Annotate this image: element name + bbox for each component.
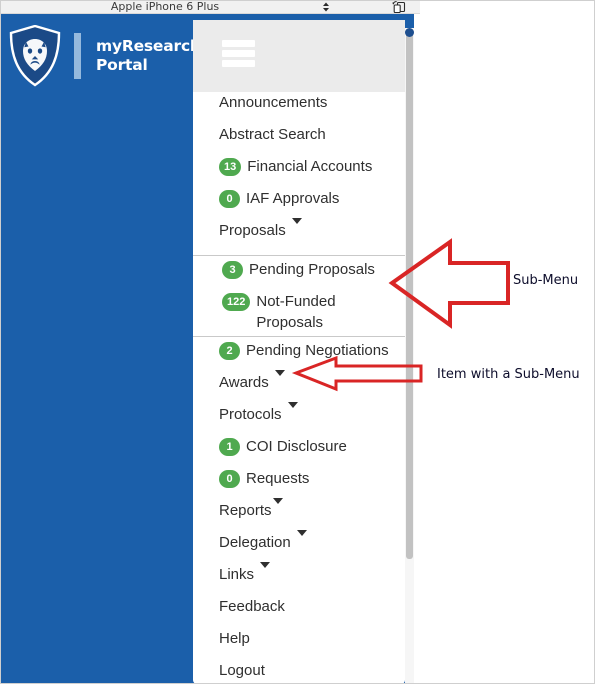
brand-title-line2: Portal [96, 56, 148, 74]
menu-item-awards[interactable]: Awards [193, 370, 405, 404]
menu-item-label-help: Help [219, 630, 250, 647]
app-brand: myResearch Portal [0, 20, 201, 92]
menu-divider [193, 255, 405, 256]
brand-title: myResearch Portal [96, 37, 201, 75]
menu-item-abstract-search[interactable]: Abstract Search [193, 124, 405, 156]
count-badge-not-funded-proposals: 122 [222, 293, 251, 311]
menu-item-label-financial-accounts: Financial Accounts [247, 158, 373, 175]
emulator-toolbar: Apple iPhone 6 Plus [0, 0, 420, 14]
count-badge-pending-negotiations: 2 [219, 342, 240, 360]
count-badge-financial-accounts: 13 [219, 158, 242, 176]
chevron-down-icon-delegation[interactable] [296, 530, 307, 536]
menu-item-label-announcements: Announcements [219, 94, 328, 111]
menu-item-links[interactable]: Links [193, 562, 405, 596]
up-down-spinner-icon[interactable] [320, 1, 332, 13]
menu-item-feedback[interactable]: Feedback [193, 596, 405, 628]
brand-divider [74, 33, 81, 79]
menu-item-label-feedback: Feedback [219, 598, 285, 615]
device-viewport: myResearch Portal Announcements Abstract … [0, 14, 420, 684]
menu-item-iaf-approvals[interactable]: 0 IAF Approvals [193, 188, 405, 220]
menu-item-label-proposals: Proposals [219, 222, 286, 239]
menu-item-label-iaf-approvals: IAF Approvals [246, 190, 340, 207]
hamburger-bar-2 [222, 50, 255, 57]
menu-item-requests[interactable]: 0 Requests [193, 468, 405, 500]
brand-title-line1: myResearch [96, 37, 201, 55]
hamburger-bar-3 [222, 60, 255, 67]
menu-item-delegation[interactable]: Delegation [193, 530, 405, 564]
count-badge-iaf-approvals: 0 [219, 190, 240, 208]
hamburger-bar-1 [222, 40, 255, 47]
menu-item-label-pending-proposals: Pending Proposals [249, 261, 375, 278]
menu-item-label-reports: Reports [219, 502, 272, 519]
chevron-down-icon-proposals[interactable] [291, 218, 302, 224]
scroll-indicator-dot [405, 28, 414, 37]
app-header-bar [193, 20, 405, 92]
navigation-menu-panel: Announcements Abstract Search 13 Financial … [193, 92, 405, 684]
menu-item-logout[interactable]: Logout [193, 660, 405, 684]
menu-divider [193, 336, 405, 337]
menu-item-coi-disclosure[interactable]: 1 COI Disclosure [193, 436, 405, 468]
count-badge-pending-proposals: 3 [222, 261, 243, 279]
chevron-down-icon-awards[interactable] [274, 370, 285, 376]
menu-item-label-delegation: Delegation [219, 534, 291, 551]
chevron-down-icon-protocols[interactable] [287, 402, 298, 408]
menu-item-label-links: Links [219, 566, 255, 583]
menu-item-reports[interactable]: Reports [193, 498, 405, 532]
device-name-label: Apple iPhone 6 Plus [110, 0, 220, 13]
menu-item-label-requests: Requests [246, 470, 310, 487]
count-badge-coi-disclosure: 1 [219, 438, 240, 456]
hamburger-menu-icon[interactable] [222, 40, 255, 67]
menu-item-label-abstract-search: Abstract Search [219, 126, 326, 143]
menu-item-label-pending-negotiations: Pending Negotiations [246, 342, 389, 359]
menu-item-label-not-funded-proposals: Not-Funded Proposals [256, 293, 336, 331]
menu-item-announcements[interactable]: Announcements [193, 92, 405, 124]
menu-item-pending-negotiations[interactable]: 2 Pending Negotiations [193, 340, 405, 372]
menu-item-pending-proposals[interactable]: 3 Pending Proposals [193, 259, 405, 291]
menu-item-label-logout: Logout [219, 662, 265, 679]
screenshot-root: Apple iPhone 6 Plus myResearch Portal An… [0, 0, 595, 684]
item-with-submenu-annotation-label: Item with a Sub-Menu [437, 367, 580, 382]
menu-item-label-coi-disclosure: COI Disclosure [246, 438, 347, 455]
rotate-device-icon[interactable] [392, 0, 408, 14]
submenu-annotation-label: Sub-Menu [513, 273, 579, 288]
penn-state-nittany-lion-shield-icon [8, 24, 62, 87]
chevron-down-icon-links[interactable] [260, 562, 271, 568]
chevron-down-icon-reports[interactable] [272, 498, 283, 504]
scrollbar-thumb[interactable] [406, 31, 413, 559]
menu-item-not-funded-proposals[interactable]: 122 Not-Funded Proposals [193, 291, 405, 333]
menu-item-protocols[interactable]: Protocols [193, 402, 405, 436]
menu-item-help[interactable]: Help [193, 628, 405, 660]
menu-item-label-protocols: Protocols [219, 406, 282, 423]
menu-item-proposals[interactable]: Proposals [193, 218, 405, 252]
menu-item-financial-accounts[interactable]: 13 Financial Accounts [193, 156, 405, 188]
count-badge-requests: 0 [219, 470, 240, 488]
navigation-menu-list: Announcements Abstract Search 13 Financial … [193, 92, 405, 684]
menu-item-label-awards: Awards [219, 374, 269, 391]
